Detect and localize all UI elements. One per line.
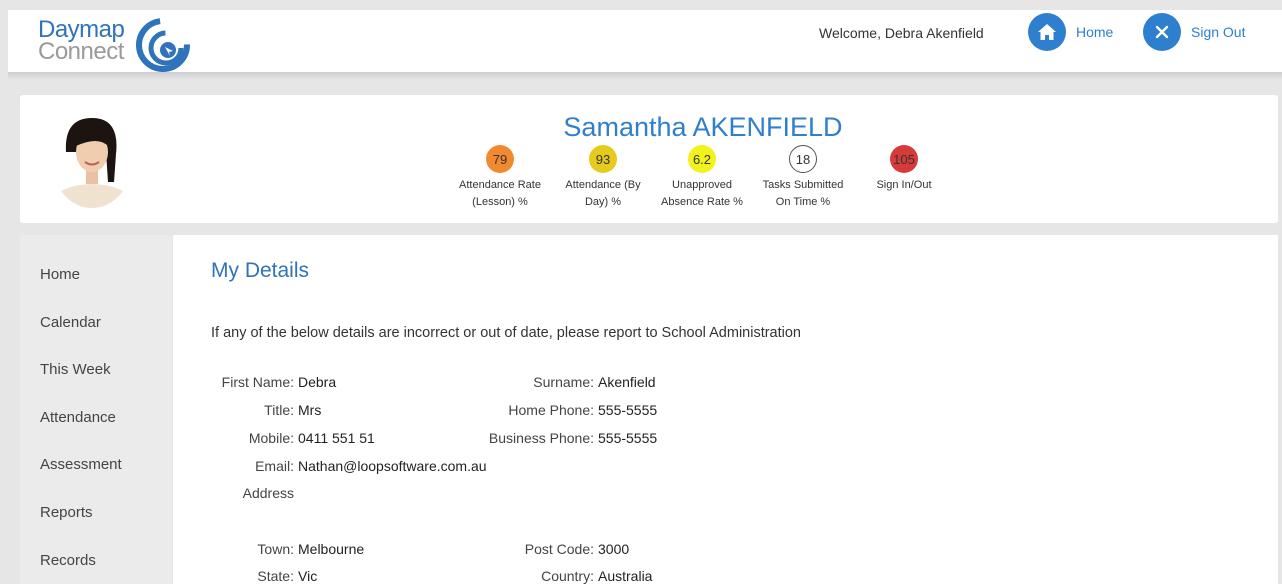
stat-attendance-lesson[interactable]: 79 Attendance Rate (Lesson) %: [450, 145, 550, 211]
first-name-label: First Name:: [221, 374, 294, 390]
address-label: Address: [242, 485, 294, 501]
first-name-value: Debra: [298, 374, 337, 390]
close-icon: [1143, 13, 1181, 51]
stat-caption: Sign In/Out: [854, 177, 954, 194]
stat-caption-line1: Unapproved: [672, 179, 732, 191]
sidebar-item-home[interactable]: Home: [40, 266, 80, 283]
page-title: My Details: [211, 259, 310, 282]
sidebar-item-reports[interactable]: Reports: [40, 504, 93, 521]
sidebar-nav: Home Calendar This Week Attendance Asses…: [20, 235, 172, 584]
daymap-logo[interactable]: Daymap Connect: [38, 16, 208, 72]
welcome-text: Welcome, Debra Akenfield: [819, 25, 984, 41]
stat-caption: Attendance (By Day) %: [553, 177, 653, 211]
email-value: Nathan@loopsoftware.com.au: [298, 458, 487, 474]
home-nav-button[interactable]: Home: [1028, 13, 1113, 51]
top-bar-shadow: [8, 72, 1282, 80]
stat-tasks-on-time[interactable]: 18 Tasks Submitted On Time %: [753, 145, 853, 211]
sidebar-item-attendance[interactable]: Attendance: [40, 409, 116, 426]
state-label: State:: [257, 568, 294, 584]
stat-caption-line2: On Time %: [775, 196, 831, 208]
stat-caption-line2: Day) %: [584, 196, 622, 208]
stat-badge: 18: [789, 145, 817, 173]
country-value: Australia: [598, 568, 653, 584]
home-phone-value: 555-5555: [598, 402, 658, 418]
surname-value: Akenfield: [598, 374, 656, 390]
surname-label: Surname:: [533, 374, 594, 390]
post-code-label: Post Code:: [524, 541, 594, 557]
home-icon: [1028, 13, 1066, 51]
email-label: Email:: [255, 458, 294, 474]
student-name: Samantha AKENFIELD: [563, 112, 843, 142]
mobile-value: 0411 551 51: [298, 430, 375, 446]
town-label: Town:: [257, 541, 294, 557]
stat-badge: 105: [890, 145, 918, 173]
stat-caption: Attendance Rate (Lesson) %: [450, 177, 550, 211]
sidebar-item-records[interactable]: Records: [40, 552, 96, 569]
stat-unapproved-absence[interactable]: 6.2 Unapproved Absence Rate %: [652, 145, 752, 211]
title-label: Title:: [264, 402, 294, 418]
stat-caption: Unapproved Absence Rate %: [652, 177, 752, 211]
home-nav-label: Home: [1076, 24, 1114, 40]
stat-badge: 6.2: [688, 145, 716, 173]
stat-caption-line1: Sign In/Out: [876, 179, 932, 191]
stat-badge: 93: [589, 145, 617, 173]
stat-caption-line2: (Lesson) %: [472, 196, 528, 208]
business-phone-value: 555-5555: [598, 430, 658, 446]
stat-caption: Tasks Submitted On Time %: [753, 177, 853, 211]
sidebar-item-calendar[interactable]: Calendar: [40, 314, 101, 331]
mobile-label: Mobile:: [248, 430, 294, 446]
stat-badge: 79: [486, 145, 514, 173]
town-value: Melbourne: [298, 541, 365, 557]
post-code-value: 3000: [598, 541, 630, 557]
state-value: Vic: [298, 568, 318, 584]
stat-caption-line1: Attendance Rate: [459, 179, 541, 191]
stat-caption-line1: Attendance (By: [565, 179, 641, 191]
sidebar-item-assessment[interactable]: Assessment: [40, 456, 122, 473]
business-phone-label: Business Phone:: [488, 430, 594, 446]
sidebar-item-this-week[interactable]: This Week: [40, 361, 111, 378]
main-content: [173, 235, 1278, 584]
notice-text: If any of the below details are incorrec…: [211, 325, 801, 341]
stat-attendance-day[interactable]: 93 Attendance (By Day) %: [553, 145, 653, 211]
title-value: Mrs: [298, 402, 322, 418]
stat-caption-line1: Tasks Submitted: [762, 179, 844, 191]
sign-out-button[interactable]: Sign Out: [1143, 13, 1245, 51]
logo-swirl-icon: [136, 18, 190, 72]
sign-out-label: Sign Out: [1191, 24, 1246, 40]
home-phone-label: Home Phone:: [508, 402, 594, 418]
stat-sign-in-out[interactable]: 105 Sign In/Out: [854, 145, 954, 194]
logo-text-connect: Connect: [38, 38, 124, 65]
stat-caption-line2: Absence Rate %: [661, 196, 743, 208]
country-label: Country:: [541, 568, 594, 584]
